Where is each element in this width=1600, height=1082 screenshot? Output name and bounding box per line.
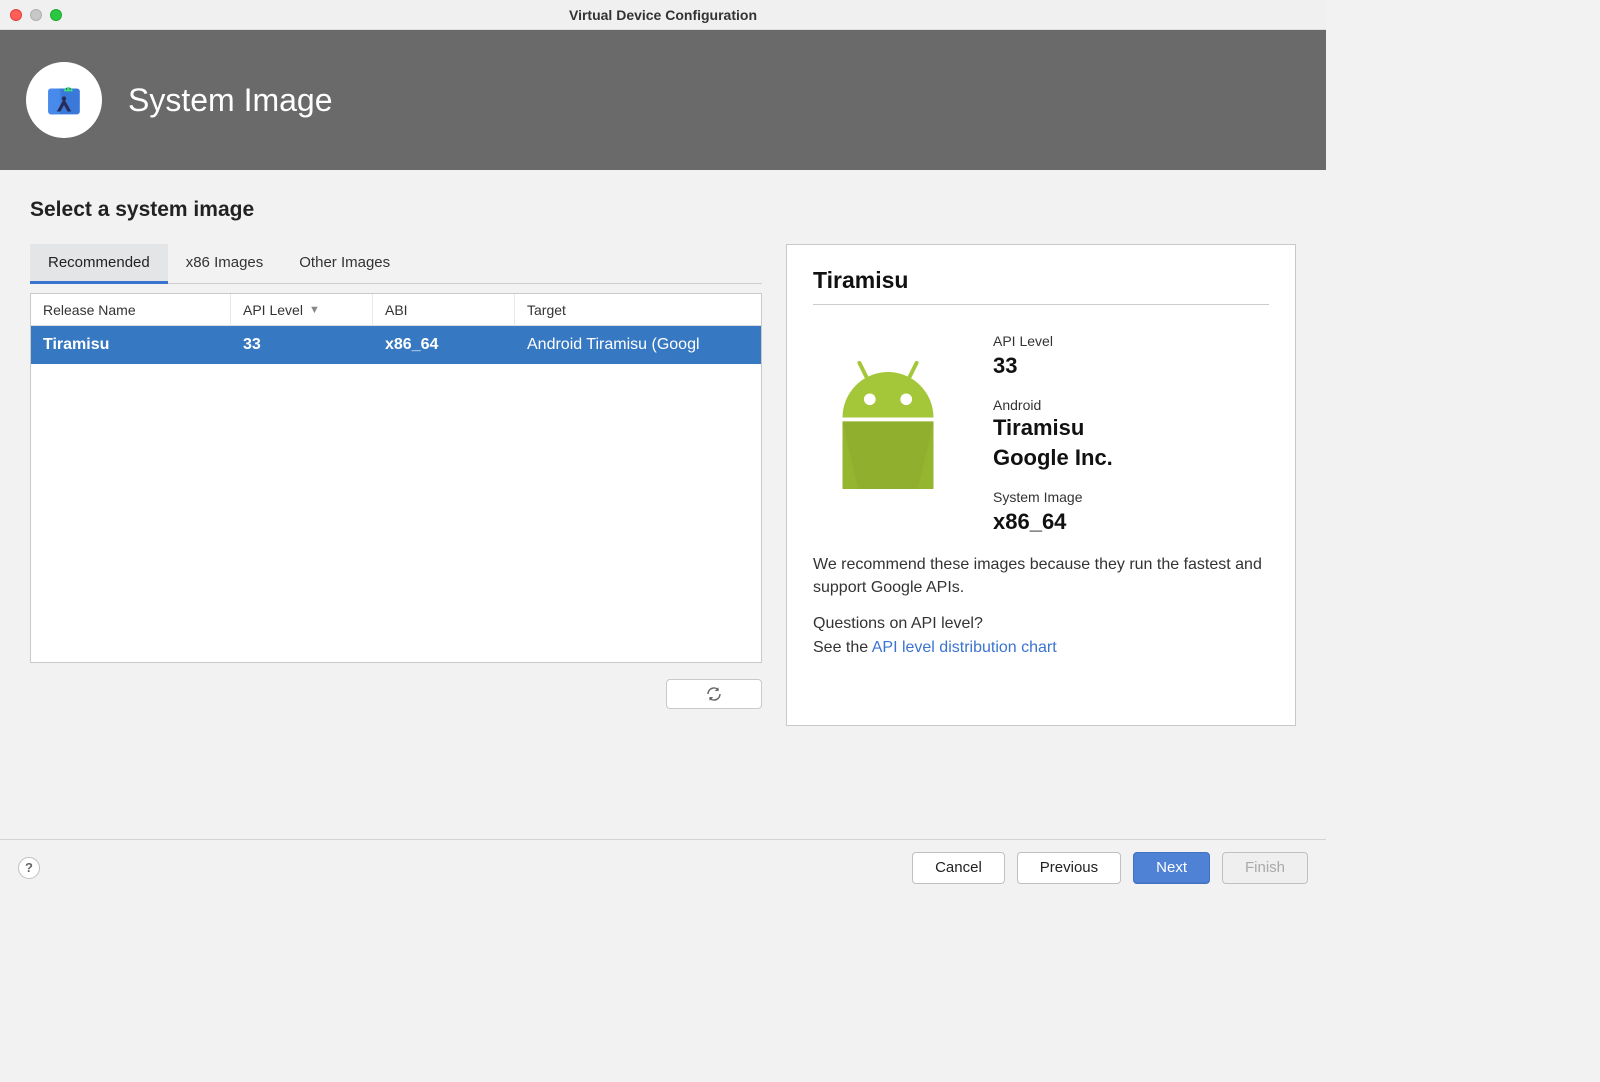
android-studio-icon — [26, 62, 102, 138]
detail-panel: Tiramisu API Le — [786, 244, 1296, 726]
api-level-label: API Level — [993, 333, 1269, 349]
android-name-value: Tiramisu — [993, 415, 1269, 441]
footer-bar: ? Cancel Previous Next Finish — [0, 839, 1326, 895]
question-text: Questions on API level? — [813, 615, 1269, 633]
sort-descending-icon: ▼ — [309, 304, 320, 316]
detail-title: Tiramisu — [813, 267, 1269, 305]
recommendation-text: We recommend these images because they r… — [813, 553, 1269, 599]
android-label: Android — [993, 397, 1269, 413]
system-image-table: Release Name API Level ▼ ABI Target — [30, 293, 762, 663]
column-label: API Level — [243, 302, 303, 318]
tab-x86-images[interactable]: x86 Images — [168, 244, 282, 283]
help-icon: ? — [25, 860, 33, 875]
see-link-row: See the API level distribution chart — [813, 639, 1269, 657]
tab-other-images[interactable]: Other Images — [281, 244, 408, 283]
title-bar: Virtual Device Configuration — [0, 0, 1326, 30]
refresh-icon — [705, 685, 723, 703]
tabs: Recommended x86 Images Other Images — [30, 244, 762, 284]
android-robot-icon — [813, 329, 963, 553]
window-title: Virtual Device Configuration — [0, 7, 1326, 23]
tab-recommended[interactable]: Recommended — [30, 244, 168, 284]
system-image-label: System Image — [993, 489, 1269, 505]
column-label: Target — [527, 302, 566, 318]
api-level-value: 33 — [993, 353, 1269, 379]
column-target[interactable]: Target — [515, 294, 761, 325]
header-band: System Image — [0, 30, 1326, 170]
cell-abi: x86_64 — [373, 336, 515, 354]
system-image-value: x86_64 — [993, 509, 1269, 535]
traffic-lights — [10, 9, 62, 21]
window-maximize-button[interactable] — [50, 9, 62, 21]
refresh-button[interactable] — [666, 679, 762, 709]
cancel-button[interactable]: Cancel — [912, 852, 1005, 884]
see-prefix: See the — [813, 639, 872, 656]
cell-api-level: 33 — [231, 336, 373, 354]
help-button[interactable]: ? — [18, 857, 40, 879]
vendor-value: Google Inc. — [993, 445, 1269, 471]
next-button[interactable]: Next — [1133, 852, 1210, 884]
section-title: Select a system image — [30, 198, 1296, 222]
cell-target: Android Tiramisu (Googl — [515, 336, 761, 354]
column-api-level[interactable]: API Level ▼ — [231, 294, 373, 325]
content-area: Select a system image Recommended x86 Im… — [0, 170, 1326, 839]
left-column: Recommended x86 Images Other Images Rele… — [30, 244, 762, 829]
column-label: Release Name — [43, 302, 136, 318]
window-close-button[interactable] — [10, 9, 22, 21]
previous-button[interactable]: Previous — [1017, 852, 1121, 884]
column-label: ABI — [385, 302, 408, 318]
finish-button: Finish — [1222, 852, 1308, 884]
cell-release-name: Tiramisu — [31, 336, 231, 354]
column-abi[interactable]: ABI — [373, 294, 515, 325]
window-minimize-button[interactable] — [30, 9, 42, 21]
api-distribution-link[interactable]: API level distribution chart — [872, 639, 1057, 656]
table-header: Release Name API Level ▼ ABI Target — [31, 294, 761, 326]
page-title: System Image — [128, 82, 333, 119]
table-row[interactable]: Tiramisu 33 x86_64 Android Tiramisu (Goo… — [31, 326, 761, 364]
column-release-name[interactable]: Release Name — [31, 294, 231, 325]
